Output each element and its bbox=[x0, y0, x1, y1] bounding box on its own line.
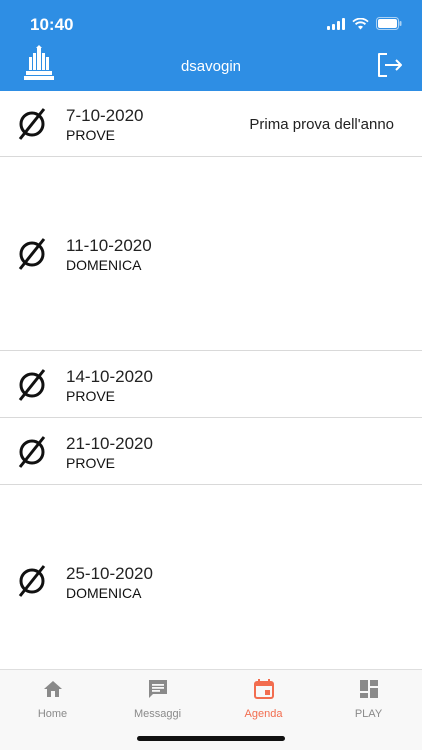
agenda-list[interactable]: 7-10-2020 PROVE Prima prova dell'anno 11… bbox=[0, 91, 422, 669]
agenda-date: 25-10-2020 bbox=[66, 564, 153, 583]
tab-label: PLAY bbox=[354, 708, 383, 720]
agenda-item[interactable]: 14-10-2020 PROVE bbox=[0, 351, 422, 418]
empty-set-icon bbox=[18, 369, 46, 401]
agenda-note: Prima prova dell'anno bbox=[249, 116, 394, 133]
empty-set-icon bbox=[18, 238, 46, 270]
tab-label: Messaggi bbox=[133, 708, 182, 720]
agenda-date: 11-10-2020 bbox=[66, 236, 152, 255]
agenda-date: 14-10-2020 bbox=[66, 367, 153, 386]
empty-set-icon bbox=[18, 565, 46, 597]
dashboard-icon bbox=[360, 680, 378, 698]
home-indicator[interactable] bbox=[137, 736, 285, 741]
status-icons bbox=[327, 17, 402, 30]
tab-home[interactable]: Home bbox=[0, 670, 105, 730]
calendar-icon bbox=[254, 679, 274, 699]
tab-agenda[interactable]: Agenda bbox=[211, 670, 316, 730]
agenda-item[interactable]: 7-10-2020 PROVE Prima prova dell'anno bbox=[0, 91, 422, 157]
app-header: 10:40 dsavogin bbox=[0, 0, 422, 91]
empty-set-icon bbox=[18, 436, 46, 468]
agenda-type: DOMENICA bbox=[66, 585, 142, 601]
agenda-date: 7-10-2020 bbox=[66, 106, 144, 125]
page-title: dsavogin bbox=[180, 58, 242, 75]
logout-icon[interactable] bbox=[376, 51, 404, 79]
status-time: 10:40 bbox=[30, 15, 74, 34]
battery-icon bbox=[376, 17, 402, 30]
agenda-date: 21-10-2020 bbox=[66, 434, 153, 453]
wifi-icon bbox=[352, 17, 369, 29]
tab-label: Agenda bbox=[244, 708, 283, 720]
tab-messaggi[interactable]: Messaggi bbox=[105, 670, 210, 730]
tab-play[interactable]: PLAY bbox=[316, 670, 421, 730]
agenda-type: DOMENICA bbox=[66, 257, 142, 273]
agenda-type: PROVE bbox=[66, 127, 116, 143]
signal-icon bbox=[327, 17, 345, 30]
empty-set-icon bbox=[18, 108, 46, 140]
home-icon bbox=[44, 681, 62, 697]
tab-label: Home bbox=[37, 708, 68, 720]
message-icon bbox=[149, 680, 167, 698]
agenda-item[interactable]: 11-10-2020 DOMENICA bbox=[0, 157, 422, 351]
agenda-type: PROVE bbox=[66, 455, 116, 471]
agenda-type: PROVE bbox=[66, 388, 116, 404]
agenda-item[interactable]: 25-10-2020 DOMENICA bbox=[0, 485, 422, 669]
agenda-item[interactable]: 21-10-2020 PROVE bbox=[0, 418, 422, 485]
